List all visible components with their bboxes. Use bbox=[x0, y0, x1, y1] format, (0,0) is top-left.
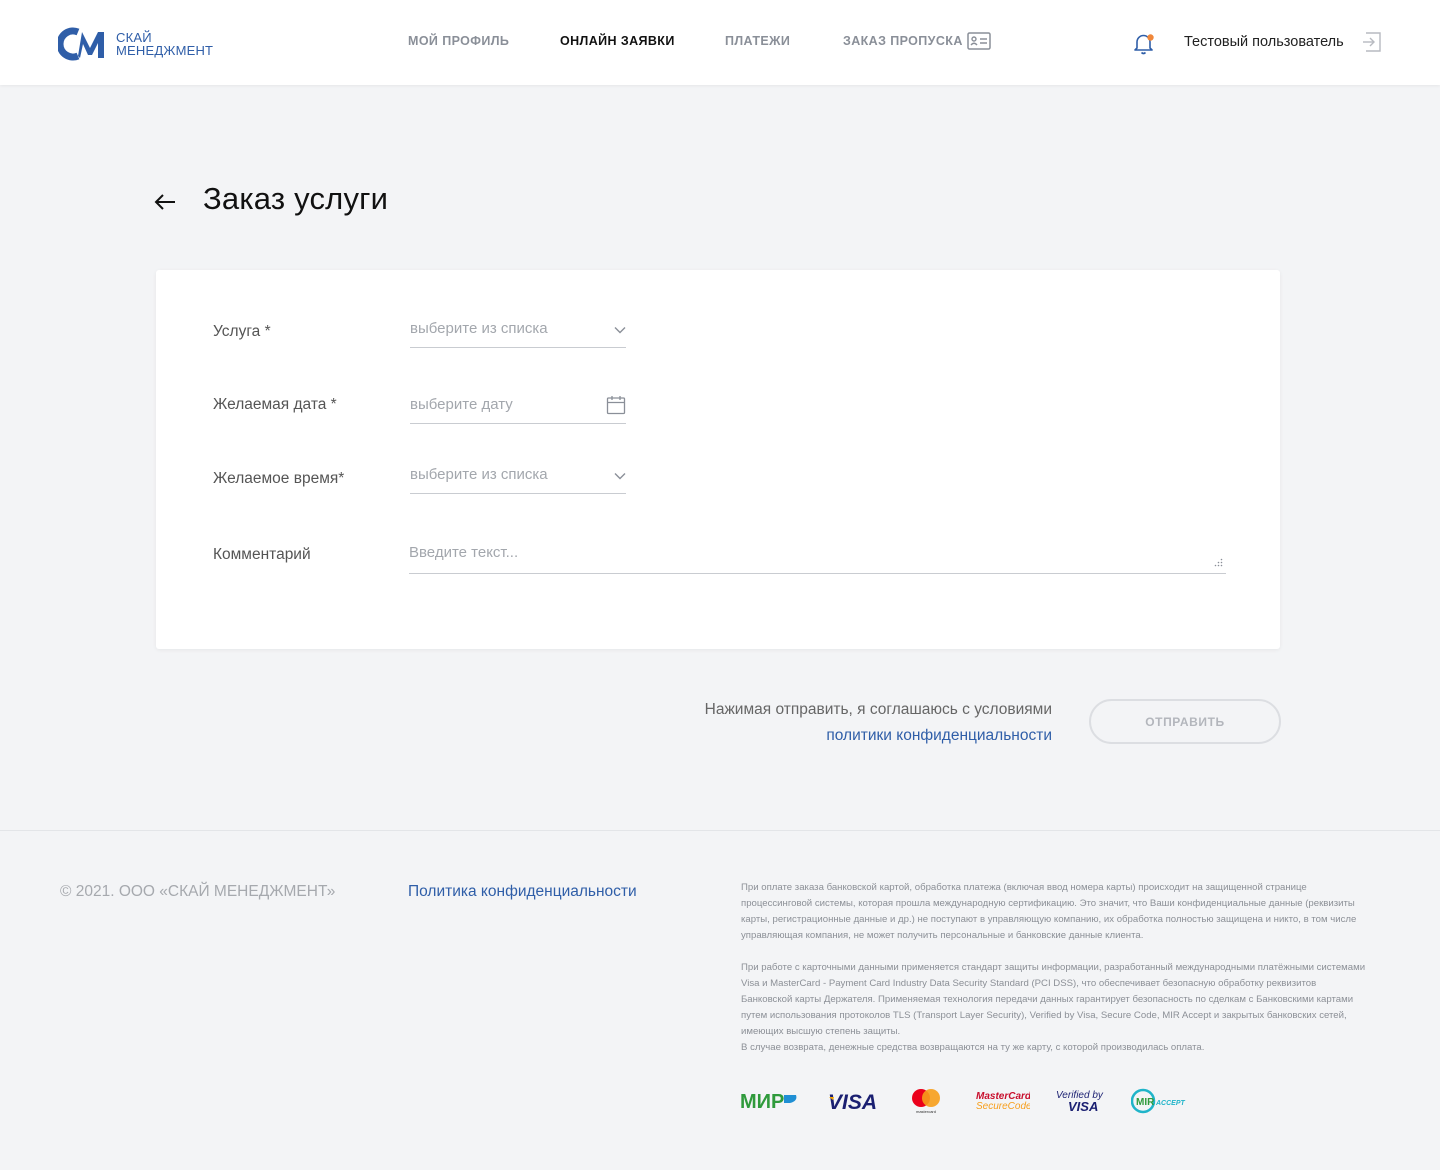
submit-button[interactable]: ОТПРАВИТЬ bbox=[1089, 699, 1281, 744]
mastercard-securecode-logo-icon: MasterCard. SecureCode. bbox=[976, 1091, 1030, 1112]
legal-paragraph-3: В случае возврата, денежные средства воз… bbox=[741, 1042, 1205, 1053]
svg-text:MIR: MIR bbox=[1136, 1097, 1155, 1108]
mir-accept-logo-icon: MIR ACCEPT bbox=[1131, 1088, 1186, 1114]
nav-pass-order[interactable]: ЗАКАЗ ПРОПУСКА bbox=[843, 34, 963, 48]
privacy-policy-link[interactable]: политики конфиденциальности bbox=[600, 723, 1052, 749]
svg-text:SecureCode.: SecureCode. bbox=[976, 1101, 1030, 1112]
svg-text:VISA: VISA bbox=[1068, 1099, 1098, 1114]
bell-icon[interactable] bbox=[1133, 31, 1155, 55]
visa-logo-icon: VISA bbox=[828, 1091, 877, 1114]
id-card-icon[interactable] bbox=[967, 31, 991, 51]
svg-text:МИР: МИР bbox=[740, 1091, 784, 1113]
date-placeholder: выберите дату bbox=[410, 396, 513, 413]
svg-text:VISA: VISA bbox=[828, 1091, 877, 1114]
order-form-card: Услуга * выберите из списка Желаемая дат… bbox=[156, 270, 1280, 649]
time-label: Желаемое время* bbox=[213, 470, 345, 487]
resize-grip-icon[interactable] bbox=[1213, 558, 1223, 568]
chevron-down-icon bbox=[614, 327, 626, 334]
time-placeholder: выберите из списка bbox=[410, 466, 548, 483]
footer-divider bbox=[0, 830, 1440, 831]
calendar-icon[interactable] bbox=[606, 395, 626, 415]
nav-online-requests[interactable]: ОНЛАЙН ЗАЯВКИ bbox=[560, 34, 675, 48]
header: СКАЙ МЕНЕДЖМЕНТ МОЙ ПРОФИЛЬ ОНЛАЙН ЗАЯВК… bbox=[0, 0, 1440, 85]
legal-paragraph-2: При работе с карточными данными применяе… bbox=[741, 962, 1366, 1037]
service-placeholder: выберите из списка bbox=[410, 320, 548, 337]
date-label: Желаемая дата * bbox=[213, 396, 337, 413]
footer-privacy-link[interactable]: Политика конфиденциальности bbox=[408, 883, 637, 901]
agreement-line: Нажимая отправить, я соглашаюсь с услови… bbox=[704, 701, 1052, 718]
svg-text:ACCEPT: ACCEPT bbox=[1155, 1100, 1186, 1107]
mastercard-logo-icon: mastercard bbox=[912, 1089, 940, 1114]
chevron-down-icon bbox=[614, 473, 626, 480]
date-picker[interactable]: выберите дату bbox=[410, 388, 626, 424]
service-select[interactable]: выберите из списка bbox=[410, 312, 626, 348]
service-label: Услуга * bbox=[213, 323, 271, 340]
comment-wrapper bbox=[409, 538, 1226, 574]
back-arrow-icon[interactable] bbox=[153, 191, 177, 213]
user-name[interactable]: Тестовый пользователь bbox=[1184, 34, 1344, 50]
copyright: © 2021. ООО «СКАЙ МЕНЕДЖМЕНТ» bbox=[60, 883, 336, 900]
logout-icon[interactable] bbox=[1362, 32, 1382, 52]
legal-text: При оплате заказа банковской картой, обр… bbox=[741, 880, 1366, 1056]
legal-paragraph-1: При оплате заказа банковской картой, обр… bbox=[741, 882, 1357, 941]
page-title: Заказ услуги bbox=[203, 181, 389, 216]
nav-payments[interactable]: ПЛАТЕЖИ bbox=[725, 34, 790, 48]
mir-logo-icon: МИР bbox=[740, 1091, 797, 1113]
nav-my-profile[interactable]: МОЙ ПРОФИЛЬ bbox=[408, 34, 509, 48]
notification-dot bbox=[1147, 34, 1154, 41]
time-select[interactable]: выберите из списка bbox=[410, 458, 626, 494]
comment-textarea[interactable] bbox=[409, 538, 1226, 573]
verified-by-visa-logo-icon: Verified by VISA bbox=[1056, 1090, 1104, 1114]
payment-logos: МИР VISA mastercard MasterCard. SecureCo… bbox=[740, 1087, 1200, 1115]
comment-label: Комментарий bbox=[213, 546, 311, 563]
svg-text:mastercard: mastercard bbox=[916, 1109, 936, 1114]
agreement-text: Нажимая отправить, я соглашаюсь с услови… bbox=[600, 697, 1052, 749]
